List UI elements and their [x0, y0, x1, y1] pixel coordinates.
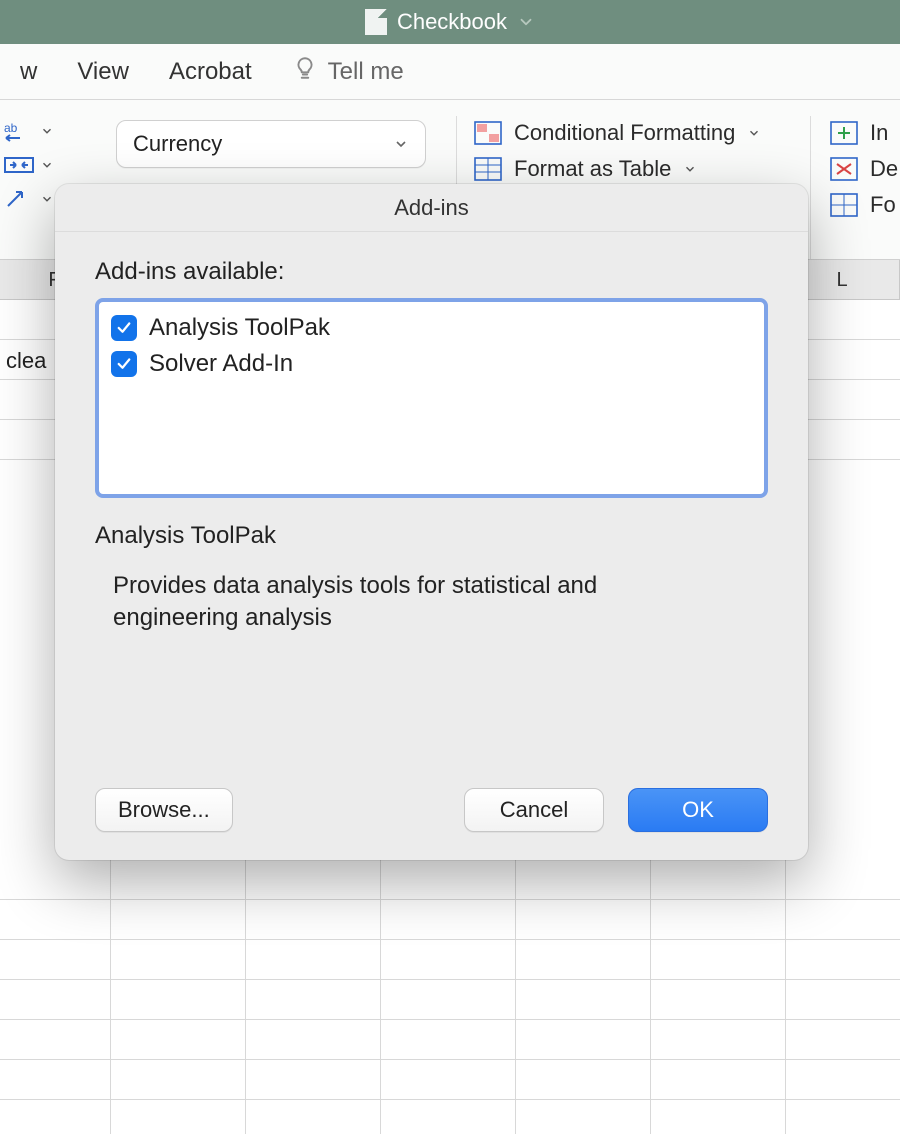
addin-item-label: Analysis ToolPak: [149, 314, 330, 342]
tell-me-search[interactable]: Tell me: [286, 49, 410, 94]
selected-addin-name: Analysis ToolPak: [95, 522, 768, 550]
conditional-formatting-icon: [474, 121, 502, 145]
format-as-table-label: Format as Table: [514, 156, 671, 182]
dialog-button-row: Browse... Cancel OK: [95, 764, 768, 860]
chevron-down-icon: [40, 158, 54, 172]
addin-item-solver[interactable]: Solver Add-In: [109, 346, 754, 382]
selected-addin-description: Provides data analysis tools for statist…: [95, 570, 655, 635]
delete-cells-icon: [830, 157, 858, 181]
orientation-button[interactable]: [4, 188, 54, 210]
number-format-value: Currency: [133, 131, 222, 157]
addins-available-label: Add-ins available:: [95, 258, 768, 286]
merge-button[interactable]: [4, 154, 54, 176]
dialog-title: Add-ins: [55, 184, 808, 232]
chevron-down-icon: [747, 126, 761, 140]
document-icon: [365, 9, 387, 35]
ribbon-group-text: ab: [0, 120, 54, 210]
window-title: Checkbook: [397, 9, 507, 35]
tab-acrobat[interactable]: Acrobat: [163, 52, 258, 92]
ok-button[interactable]: OK: [628, 788, 768, 832]
format-cells-button[interactable]: Fo: [830, 192, 898, 218]
cancel-button[interactable]: Cancel: [464, 788, 604, 832]
grid-row: [0, 940, 900, 980]
grid-row: [0, 900, 900, 940]
number-format-group: Currency: [116, 120, 436, 168]
grid-row: [0, 1020, 900, 1060]
number-format-select[interactable]: Currency: [116, 120, 426, 168]
ribbon-tabs: w View Acrobat Tell me: [0, 44, 900, 100]
chevron-down-icon[interactable]: [517, 13, 535, 31]
delete-cells-button[interactable]: De: [830, 156, 898, 182]
tab-view[interactable]: View: [71, 52, 135, 92]
delete-cells-label: De: [870, 156, 898, 182]
grid-row: [0, 1100, 900, 1134]
checkbox-checked-icon[interactable]: [111, 315, 137, 341]
chevron-down-icon: [683, 162, 697, 176]
tab-review-fragment[interactable]: w: [14, 52, 43, 92]
styles-group: Conditional Formatting Format as Table: [474, 120, 761, 182]
conditional-formatting-label: Conditional Formatting: [514, 120, 735, 146]
format-as-table-button[interactable]: Format as Table: [474, 156, 761, 182]
insert-cells-button[interactable]: In: [830, 120, 898, 146]
format-cells-icon: [830, 193, 858, 217]
grid-row: [0, 980, 900, 1020]
checkbox-checked-icon[interactable]: [111, 351, 137, 377]
tell-me-label: Tell me: [328, 58, 404, 86]
format-as-table-icon: [474, 157, 502, 181]
insert-cells-icon: [830, 121, 858, 145]
addins-dialog: Add-ins Add-ins available: Analysis Tool…: [55, 184, 808, 860]
svg-text:ab: ab: [4, 121, 18, 135]
format-cells-label: Fo: [870, 192, 896, 218]
separator: [810, 116, 811, 259]
chevron-down-icon: [40, 124, 54, 138]
window-titlebar: Checkbook: [0, 0, 900, 44]
lightbulb-icon: [292, 55, 318, 88]
insert-cells-label: In: [870, 120, 888, 146]
cells-group: In De Fo: [830, 120, 898, 218]
browse-button[interactable]: Browse...: [95, 788, 233, 832]
addin-item-label: Solver Add-In: [149, 350, 293, 378]
wrap-text-button[interactable]: ab: [4, 120, 54, 142]
chevron-down-icon: [393, 136, 409, 152]
conditional-formatting-button[interactable]: Conditional Formatting: [474, 120, 761, 146]
grid-row: [0, 1060, 900, 1100]
chevron-down-icon: [40, 192, 54, 206]
addin-item-analysis-toolpak[interactable]: Analysis ToolPak: [109, 310, 754, 346]
addins-listbox[interactable]: Analysis ToolPak Solver Add-In: [95, 298, 768, 498]
grid-row: [0, 860, 900, 900]
